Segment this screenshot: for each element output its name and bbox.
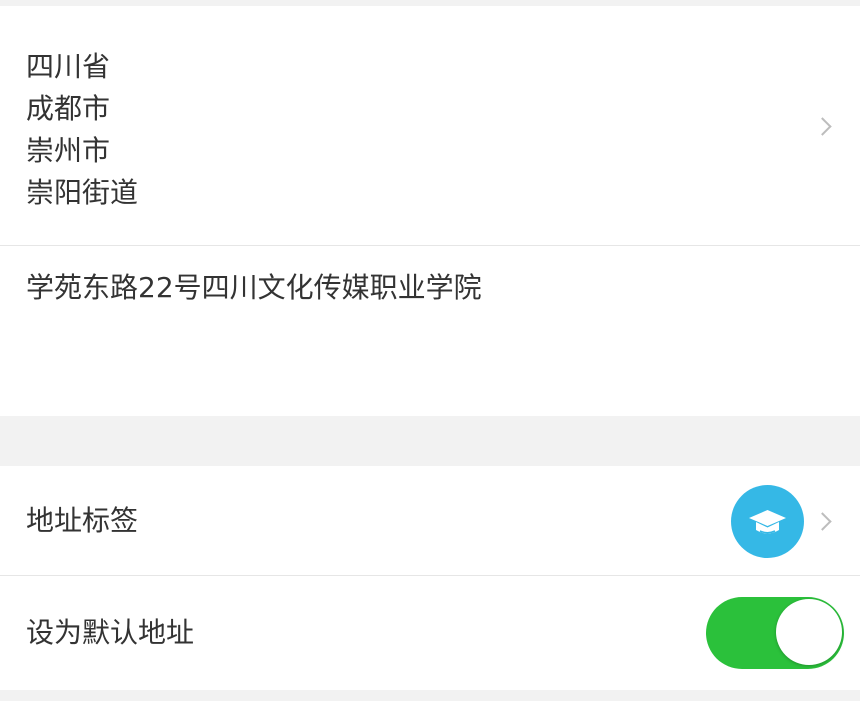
- address-tag-label: 地址标签: [26, 504, 139, 537]
- region-text: 四川省 成都市 崇州市 崇阳街道: [26, 46, 138, 214]
- district-label: 崇州市: [26, 134, 111, 167]
- chevron-right-icon: [813, 512, 832, 531]
- detail-address-text: 学苑东路22号四川文化传媒职业学院: [26, 271, 482, 304]
- toggle-knob: [776, 599, 842, 665]
- default-address-label: 设为默认地址: [26, 616, 195, 649]
- address-tag-row[interactable]: 地址标签: [0, 466, 860, 576]
- city-label: 成都市: [26, 92, 111, 125]
- detail-address-field[interactable]: 学苑东路22号四川文化传媒职业学院: [0, 246, 860, 416]
- address-tag-badge[interactable]: [731, 485, 804, 558]
- default-address-row: 设为默认地址: [0, 576, 860, 690]
- chevron-right-icon: [813, 117, 832, 136]
- province-label: 四川省: [26, 50, 111, 83]
- graduation-cap-icon: [749, 510, 786, 534]
- street-label: 崇阳街道: [26, 176, 139, 209]
- edit-address-page: 四川省 成都市 崇州市 崇阳街道 学苑东路22号四川文化传媒职业学院 地址标签 …: [0, 0, 860, 701]
- default-address-toggle[interactable]: [706, 597, 844, 669]
- region-selector-row[interactable]: 四川省 成都市 崇州市 崇阳街道: [0, 6, 860, 246]
